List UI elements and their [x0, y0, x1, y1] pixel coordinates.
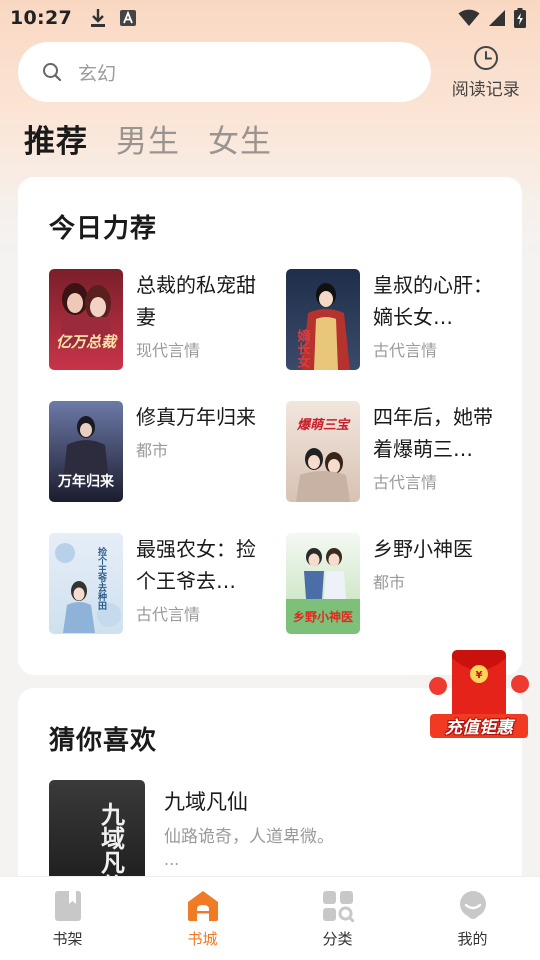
- book-cover: 乡野小神医: [286, 533, 360, 634]
- book-cover: 万年归来: [49, 401, 123, 502]
- reading-history-button[interactable]: 阅读记录: [443, 45, 528, 100]
- book-title: 四年后，她带着爆萌三…: [373, 405, 493, 461]
- section-title-recommend: 今日力荐: [49, 214, 158, 244]
- book-item[interactable]: 捡个王爷去种田 最强农女：捡个王爷去… 古代言情: [49, 533, 279, 635]
- nav-bookshelf[interactable]: 书架: [0, 877, 135, 960]
- profile-icon: [459, 891, 486, 919]
- search-icon: [43, 63, 62, 82]
- bookstore-icon: [187, 891, 218, 921]
- book-item[interactable]: 嫡长女 皇叔的心肝：嫡长女… 古代言情: [286, 269, 516, 371]
- status-bar: 10:27: [0, 0, 540, 36]
- book-cover-text: 乡野小神医: [293, 609, 353, 624]
- book-genre: 都市: [373, 573, 406, 592]
- book-genre: 都市: [136, 441, 169, 460]
- bookshelf-icon: [54, 891, 81, 921]
- book-genre: 古代言情: [136, 605, 201, 624]
- book-description-more: ...: [164, 850, 180, 869]
- nav-label: 分类: [322, 930, 353, 948]
- book-item[interactable]: 亿万总裁 总裁的私宠甜妻 现代言情: [49, 269, 279, 371]
- book-cover-text: 嫡长女: [295, 328, 311, 369]
- bottom-nav: 书架 书城 分类 我的: [0, 876, 540, 960]
- tab-recommend[interactable]: 推荐: [24, 116, 88, 161]
- book-cover-text: 亿万总裁: [56, 333, 118, 351]
- clock-icon: [473, 45, 498, 70]
- book-title: 最强农女：捡个王爷去…: [136, 537, 256, 593]
- book-description: 仙路诡奇，人道卑微。: [164, 827, 334, 847]
- nav-bookstore[interactable]: 书城: [135, 877, 270, 960]
- nav-label: 我的: [457, 930, 488, 948]
- book-item[interactable]: 爆萌三宝 四年后，她带着爆萌三… 古代言情: [286, 401, 516, 503]
- tab-female[interactable]: 女生: [208, 116, 272, 161]
- search-row: 玄幻 阅读记录: [18, 42, 528, 102]
- book-title: 乡野小神医: [373, 537, 473, 561]
- promo-label: 充值钜惠: [445, 718, 513, 738]
- recommend-card: 今日力荐 亿万总裁 总裁的私宠甜妻 现代言情 嫡长女 皇叔的心肝：嫡长女… 古代…: [18, 177, 522, 675]
- book-title: 九域凡仙: [164, 790, 248, 814]
- book-cover: 捡个王爷去种田: [49, 533, 123, 634]
- section-title-guess: 猜你喜欢: [49, 726, 158, 756]
- book-title: 总裁的私宠甜妻: [136, 273, 256, 329]
- nav-label: 书架: [52, 930, 83, 948]
- app-notification-icon: [119, 10, 136, 26]
- status-time: 10:27: [10, 7, 72, 29]
- book-genre: 古代言情: [373, 341, 438, 360]
- book-item[interactable]: 万年归来 修真万年归来 都市: [49, 401, 279, 503]
- book-cover-text: 万年归来: [57, 473, 115, 490]
- wifi-icon: [458, 9, 480, 26]
- reading-history-label: 阅读记录: [451, 79, 520, 100]
- book-cover: 爆萌三宝: [286, 401, 360, 502]
- book-cover: 亿万总裁: [49, 269, 123, 370]
- search-input[interactable]: 玄幻: [18, 42, 432, 102]
- book-genre: 现代言情: [136, 341, 201, 360]
- nav-label: 书城: [187, 930, 218, 948]
- nav-category[interactable]: 分类: [270, 877, 405, 960]
- book-cover-text: 捡个王爷去种田: [96, 546, 108, 611]
- battery-charging-icon: [514, 8, 526, 28]
- tab-male[interactable]: 男生: [116, 116, 180, 161]
- book-cover-text: 爆萌三宝: [296, 417, 351, 433]
- category-icon: [322, 891, 354, 922]
- book-title: 皇叔的心肝：嫡长女…: [373, 273, 493, 329]
- signal-icon: [489, 10, 505, 26]
- download-icon: [90, 9, 105, 27]
- book-cover: 嫡长女: [286, 269, 360, 370]
- book-item[interactable]: 乡野小神医 乡野小神医 都市: [286, 533, 516, 635]
- svg-text:¥: ¥: [476, 670, 483, 681]
- nav-profile[interactable]: 我的: [405, 877, 540, 960]
- book-genre: 古代言情: [373, 473, 438, 492]
- channel-tabs: 推荐 男生 女生: [24, 116, 272, 161]
- search-placeholder: 玄幻: [78, 62, 117, 85]
- book-title: 修真万年归来: [136, 405, 256, 429]
- recharge-promo-button[interactable]: ¥ 充值钜惠: [428, 648, 530, 740]
